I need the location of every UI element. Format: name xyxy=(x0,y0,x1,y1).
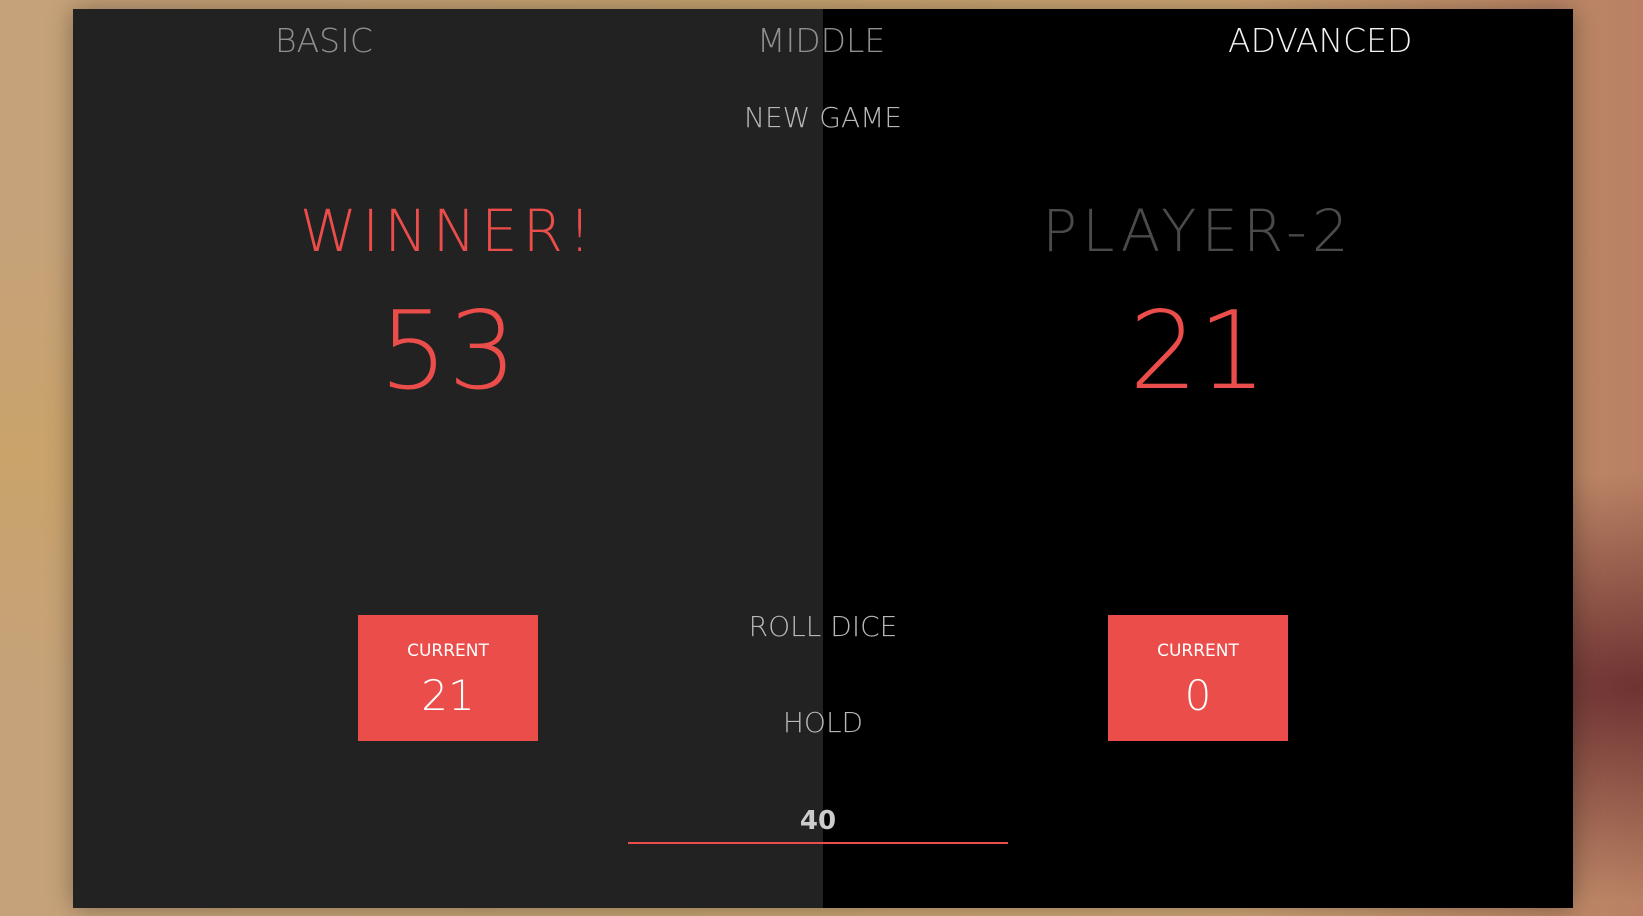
player-1-panel: WINNER! 53 CURRENT 21 xyxy=(73,9,823,908)
player-1-current-box: CURRENT 21 xyxy=(358,615,538,741)
new-game-button[interactable]: NEW GAME xyxy=(673,101,973,134)
game-board: WINNER! 53 CURRENT 21 PLAYER-2 21 CURREN… xyxy=(73,9,1573,908)
level-basic-button[interactable]: BASIC xyxy=(275,21,373,60)
player-2-current-label: CURRENT xyxy=(1157,641,1239,661)
roll-dice-button[interactable]: ROLL DICE xyxy=(673,610,973,643)
player-2-current-box: CURRENT 0 xyxy=(1108,615,1288,741)
final-score-input[interactable] xyxy=(628,800,1008,844)
level-advanced-button[interactable]: ADVANCED xyxy=(1228,21,1412,60)
player-1-name: WINNER! xyxy=(299,197,597,265)
player-2-current-score: 0 xyxy=(1184,671,1212,720)
player-2-score: 21 xyxy=(1129,289,1267,414)
player-1-current-label: CURRENT xyxy=(407,641,489,661)
player-1-score: 53 xyxy=(379,289,517,414)
hold-button[interactable]: HOLD xyxy=(673,706,973,739)
player-2-panel: PLAYER-2 21 CURRENT 0 xyxy=(823,9,1573,908)
level-middle-button[interactable]: MIDDLE xyxy=(757,21,885,60)
player-2-name: PLAYER-2 xyxy=(1042,197,1354,265)
player-1-current-score: 21 xyxy=(421,671,475,720)
